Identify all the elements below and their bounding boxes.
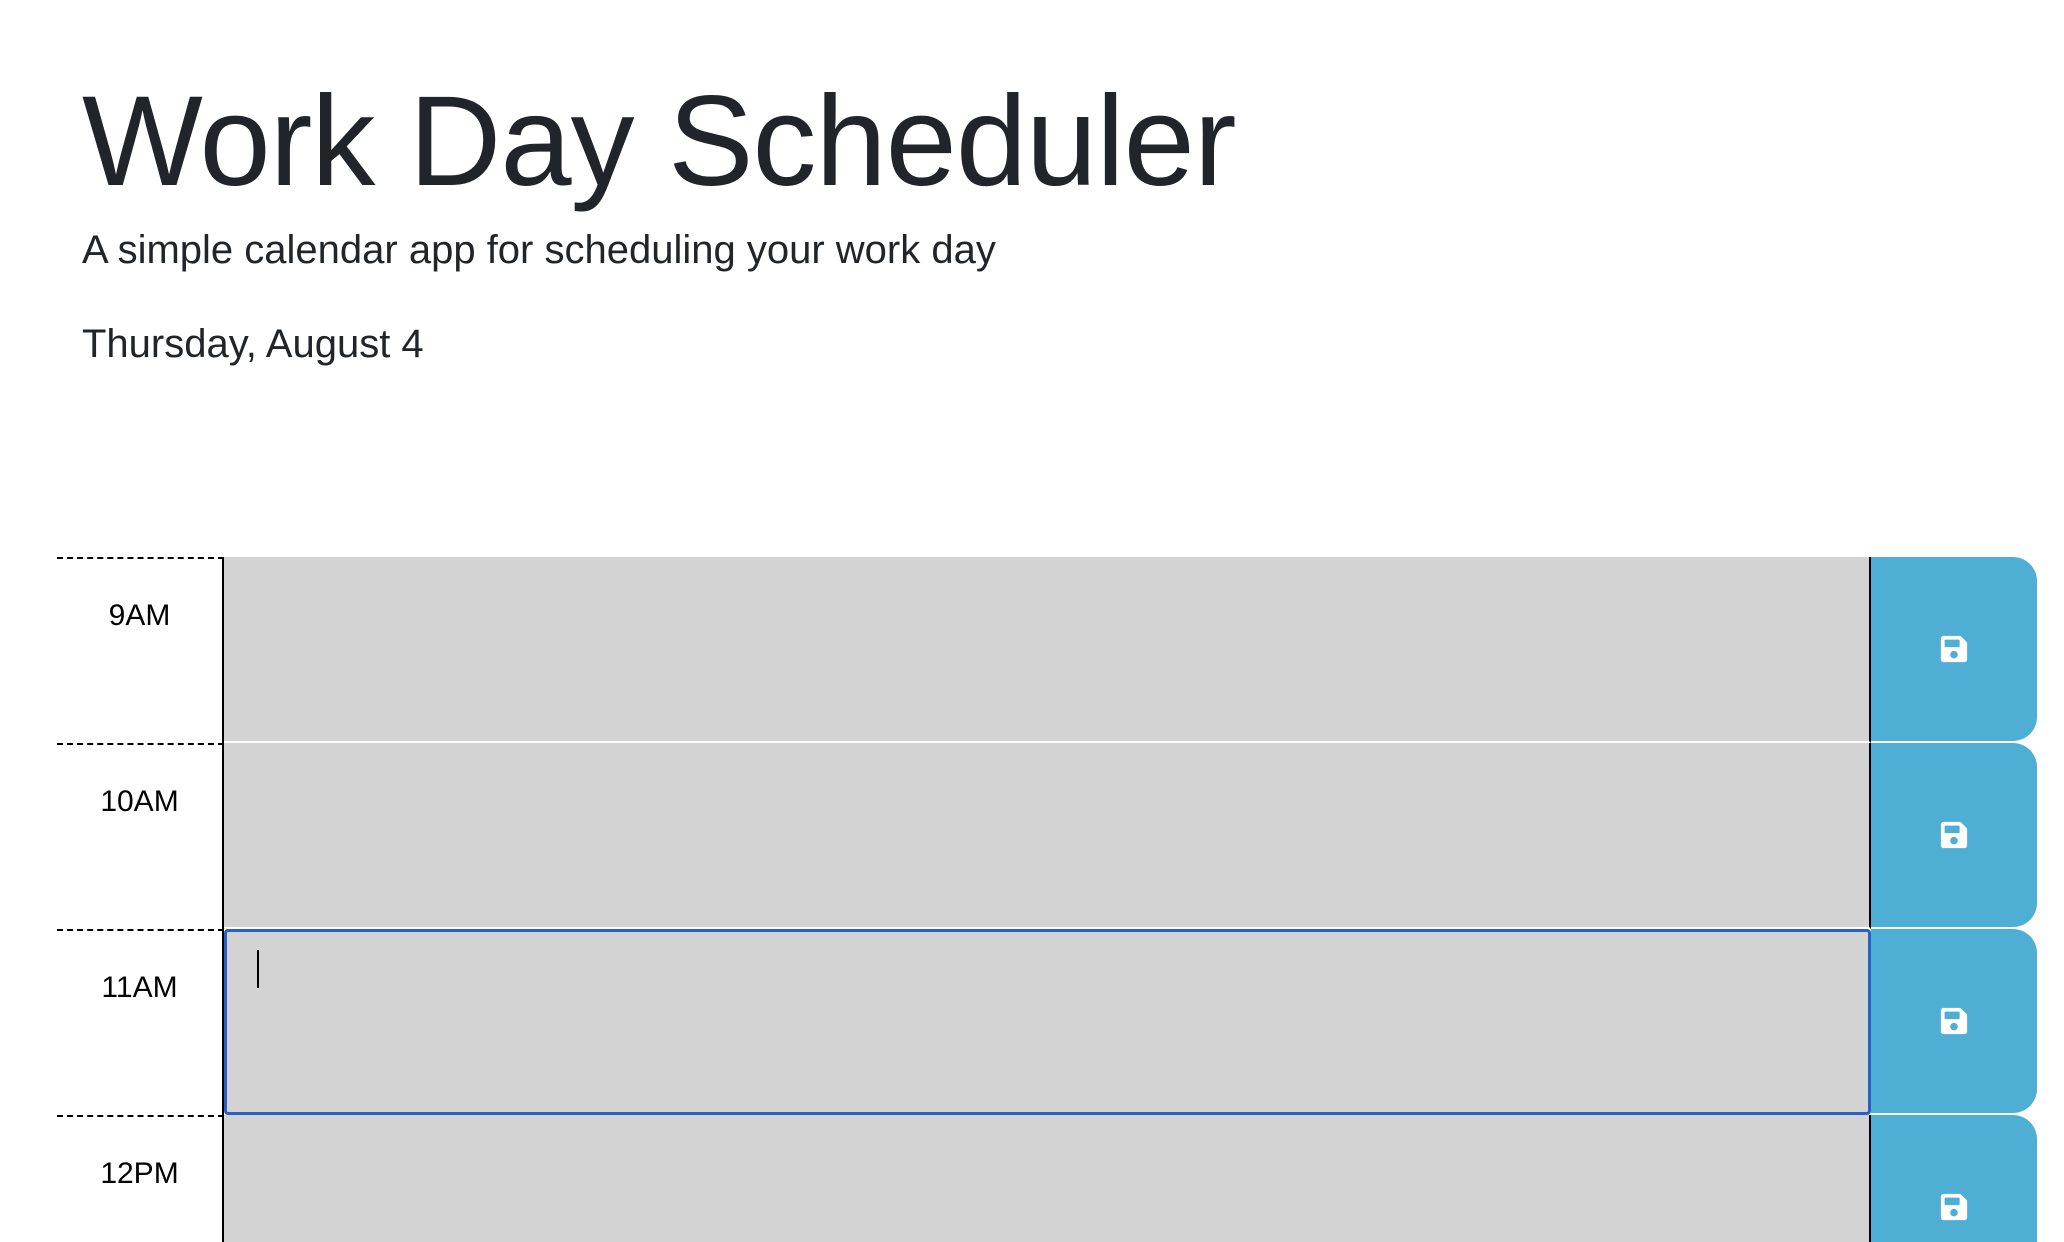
schedule: 9AM 10AM 11AM 12PM	[57, 557, 2037, 1242]
event-textarea[interactable]	[224, 929, 1871, 1115]
save-button[interactable]	[1871, 557, 2037, 741]
floppy-disk-icon	[1939, 820, 1969, 850]
time-block-11am: 11AM	[57, 929, 2037, 1115]
page-subtitle: A simple calendar app for scheduling you…	[82, 228, 996, 272]
hour-label: 11AM	[57, 929, 224, 1115]
save-button[interactable]	[1871, 929, 2037, 1113]
page-title: Work Day Scheduler	[82, 70, 1236, 213]
hour-label: 12PM	[57, 1115, 224, 1242]
floppy-disk-icon	[1939, 634, 1969, 664]
time-block-12pm: 12PM	[57, 1115, 2037, 1242]
save-button[interactable]	[1871, 743, 2037, 927]
page: Work Day Scheduler A simple calendar app…	[0, 0, 2064, 1242]
hour-label: 9AM	[57, 557, 224, 743]
floppy-disk-icon	[1939, 1006, 1969, 1036]
hour-label: 10AM	[57, 743, 224, 929]
event-textarea[interactable]	[224, 743, 1871, 929]
floppy-disk-icon	[1939, 1192, 1969, 1222]
time-block-10am: 10AM	[57, 743, 2037, 929]
save-button[interactable]	[1871, 1115, 2037, 1242]
event-textarea[interactable]	[224, 557, 1871, 743]
event-textarea[interactable]	[224, 1115, 1871, 1242]
text-caret	[257, 950, 259, 988]
time-block-9am: 9AM	[57, 557, 2037, 743]
current-date: Thursday, August 4	[82, 322, 424, 366]
